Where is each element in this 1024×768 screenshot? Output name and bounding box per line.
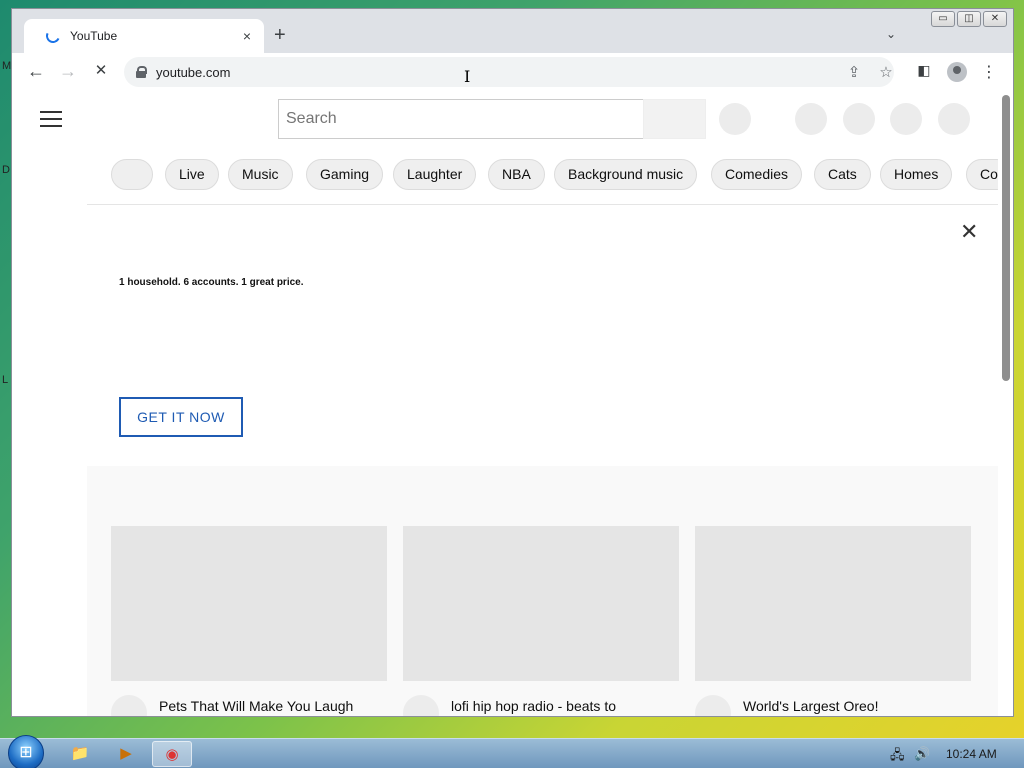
media-player-taskbar-icon[interactable]: ▶ xyxy=(106,741,146,767)
page-scrollbar[interactable] xyxy=(998,91,1013,716)
youtube-page: Live Music Gaming Laughter NBA Backgroun… xyxy=(12,91,998,716)
chip-laughter[interactable]: Laughter xyxy=(393,159,477,190)
chip-all[interactable] xyxy=(111,159,153,190)
chrome-taskbar-icon[interactable]: ◉ xyxy=(152,741,192,767)
desktop-icon-label-m: M xyxy=(2,60,12,72)
back-button[interactable]: ← xyxy=(25,61,47,81)
explorer-taskbar-icon[interactable]: 📁 xyxy=(60,741,100,767)
guide-menu-icon[interactable] xyxy=(40,111,62,127)
chip-nba[interactable]: NBA xyxy=(488,159,545,190)
new-tab-button[interactable]: + xyxy=(274,25,286,45)
video-title[interactable]: Pets That Will Make You Laugh Until Your… xyxy=(159,696,369,716)
banner-close-icon[interactable]: ✕ xyxy=(960,219,978,245)
windows-taskbar: ⊞ 📁 ▶ ◉ 🖧 🔊 10:24 AM xyxy=(0,735,1024,768)
voice-search-placeholder-icon[interactable] xyxy=(719,103,751,135)
video-thumbnail[interactable] xyxy=(695,526,971,681)
bookmark-star-icon[interactable]: ☆ xyxy=(876,63,896,81)
tab-close-icon[interactable]: × xyxy=(238,27,256,45)
tab-title: YouTube xyxy=(70,29,118,43)
network-icon[interactable]: 🖧 xyxy=(890,746,905,768)
chip-co[interactable]: Co xyxy=(966,159,998,190)
tab-youtube[interactable]: YouTube × xyxy=(24,19,264,53)
chrome-window: YouTube × + ⌄ ▭ ◫ ✕ ← → ✕ youtube.com I … xyxy=(11,8,1014,717)
chip-bar: Live Music Gaming Laughter NBA Backgroun… xyxy=(87,145,998,205)
volume-icon[interactable]: 🔊 xyxy=(914,746,930,762)
start-button[interactable]: ⊞ xyxy=(8,735,44,768)
notifications-placeholder-icon[interactable] xyxy=(890,103,922,135)
chip-gaming[interactable]: Gaming xyxy=(306,159,384,190)
get-it-now-button[interactable]: GET IT NOW xyxy=(119,397,243,437)
text-cursor-icon: I xyxy=(464,67,471,86)
loading-spinner-icon xyxy=(44,27,62,45)
tab-strip: YouTube × + ⌄ ▭ ◫ ✕ xyxy=(12,9,1013,53)
chip-homes[interactable]: Homes xyxy=(880,159,953,190)
chip-comedies[interactable]: Comedies xyxy=(711,159,803,190)
lock-icon[interactable] xyxy=(136,66,147,78)
chip-background-music[interactable]: Background music xyxy=(554,159,698,190)
stop-loading-button[interactable]: ✕ xyxy=(90,61,112,81)
share-icon[interactable]: ⇪ xyxy=(844,63,864,81)
video-title[interactable]: lofi hip hop radio - beats to relax/stud… xyxy=(451,696,661,716)
close-window-button[interactable]: ✕ xyxy=(983,11,1007,27)
chip-music[interactable]: Music xyxy=(228,159,293,190)
tab-search-chevron-icon[interactable]: ⌄ xyxy=(886,27,896,41)
browser-toolbar: ← → ✕ youtube.com I ⇪ ☆ ◧ ⋮ xyxy=(12,53,1013,91)
chip-cats[interactable]: Cats xyxy=(814,159,871,190)
system-clock[interactable]: 10:24 AM xyxy=(946,747,997,761)
window-controls: ▭ ◫ ✕ xyxy=(931,11,1007,27)
address-bar[interactable]: youtube.com I ⇪ ☆ xyxy=(124,57,894,87)
desktop-icon-label-l: L xyxy=(2,374,9,386)
side-panel-icon[interactable]: ◧ xyxy=(914,62,934,79)
create-placeholder-icon[interactable] xyxy=(795,103,827,135)
chrome-menu-icon[interactable]: ⋮ xyxy=(979,62,999,82)
banner-headline: 1 household. 6 accounts. 1 great price. xyxy=(119,277,304,288)
forward-button[interactable]: → xyxy=(57,61,79,81)
profile-avatar-icon[interactable] xyxy=(947,62,967,82)
desktop-icon-label-d: D xyxy=(2,164,10,176)
chip-live[interactable]: Live xyxy=(165,159,219,190)
search-input[interactable] xyxy=(278,99,644,139)
scrollbar-thumb[interactable] xyxy=(1002,95,1010,381)
restore-button[interactable]: ◫ xyxy=(957,11,981,27)
search-button[interactable] xyxy=(643,99,706,139)
apps-placeholder-icon[interactable] xyxy=(843,103,875,135)
minimize-button[interactable]: ▭ xyxy=(931,11,955,27)
url-text[interactable]: youtube.com xyxy=(156,65,230,80)
video-title[interactable]: World's Largest Oreo! xyxy=(743,696,953,716)
account-placeholder-icon[interactable] xyxy=(938,103,970,135)
video-thumbnail[interactable] xyxy=(403,526,679,681)
video-thumbnail[interactable] xyxy=(111,526,387,681)
